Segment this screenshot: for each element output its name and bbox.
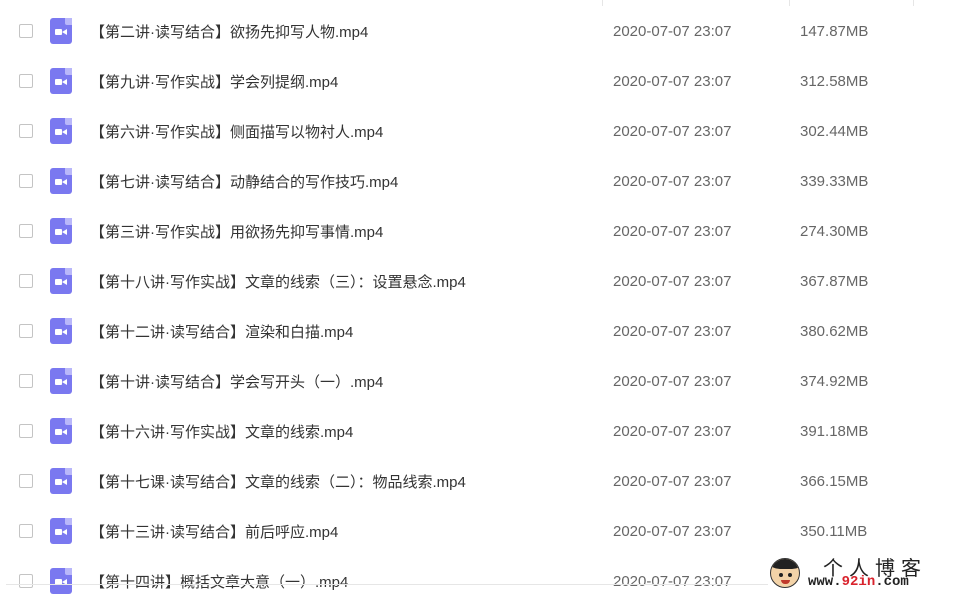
file-size: 350.11MB [800, 522, 868, 540]
row-checkbox[interactable] [19, 524, 33, 538]
file-size: 366.15MB [800, 472, 869, 490]
row-checkbox[interactable] [19, 24, 33, 38]
video-file-icon [50, 318, 72, 344]
file-modified-date: 2020-07-07 23:07 [613, 422, 732, 440]
file-row[interactable]: 【第十讲·读写结合】学会写开头（一）.mp4 2020-07-07 23:07 37… [0, 356, 970, 406]
row-checkbox[interactable] [19, 224, 33, 238]
file-size: 367.87MB [800, 272, 869, 290]
file-size: 380.62MB [800, 322, 869, 340]
file-name[interactable]: 【第七讲·读写结合】动静结合的写作技巧.mp4 [90, 171, 398, 192]
file-size: 147.87MB [800, 22, 869, 40]
file-name[interactable]: 【第十三讲·读写结合】前后呼应.mp4 [90, 521, 338, 542]
cartoon-face-icon [770, 558, 800, 588]
file-row[interactable]: 【第九讲·写作实战】学会列提纲.mp4 2020-07-07 23:07 312.5… [0, 56, 970, 106]
row-checkbox[interactable] [19, 474, 33, 488]
file-size: 339.33MB [800, 172, 869, 190]
file-name[interactable]: 【第二讲·读写结合】欲扬先抑写人物.mp4 [90, 21, 368, 42]
file-modified-date: 2020-07-07 23:07 [613, 22, 732, 40]
row-checkbox[interactable] [19, 174, 33, 188]
video-file-icon [50, 368, 72, 394]
file-list: 【第二讲·读写结合】欲扬先抑写人物.mp4 2020-07-07 23:07 147… [0, 0, 970, 596]
file-name[interactable]: 【第十四讲】概括文章大意（一）.mp4 [90, 571, 348, 592]
file-modified-date: 2020-07-07 23:07 [613, 172, 732, 190]
file-row[interactable]: 【第三讲·写作实战】用欲扬先抑写事情.mp4 2020-07-07 23:07 27… [0, 206, 970, 256]
file-size: 274.30MB [800, 222, 869, 240]
row-checkbox[interactable] [19, 424, 33, 438]
video-file-icon [50, 568, 72, 594]
file-modified-date: 2020-07-07 23:07 [613, 272, 732, 290]
watermark-logo: 个人博客 www.92in.com [768, 552, 962, 592]
video-file-icon [50, 68, 72, 94]
file-modified-date: 2020-07-07 23:07 [613, 472, 732, 490]
file-name[interactable]: 【第十二讲·读写结合】渲染和白描.mp4 [90, 321, 353, 342]
file-name[interactable]: 【第十讲·读写结合】学会写开头（一）.mp4 [90, 371, 383, 392]
file-row[interactable]: 【第十八讲·写作实战】文章的线索（三）：设置悬念.mp4 2020-07-07 2… [0, 256, 970, 306]
video-file-icon [50, 418, 72, 444]
video-file-icon [50, 268, 72, 294]
watermark-url: www.92in.com [808, 574, 909, 590]
file-row[interactable]: 【第十二讲·读写结合】渲染和白描.mp4 2020-07-07 23:07 380.… [0, 306, 970, 356]
file-row[interactable]: 【第十三讲·读写结合】前后呼应.mp4 2020-07-07 23:07 350.1… [0, 506, 970, 556]
file-name[interactable]: 【第六讲·写作实战】侧面描写以物衬人.mp4 [90, 121, 383, 142]
file-modified-date: 2020-07-07 23:07 [613, 572, 732, 590]
file-modified-date: 2020-07-07 23:07 [613, 122, 732, 140]
video-file-icon [50, 168, 72, 194]
file-name[interactable]: 【第十六讲·写作实战】文章的线索.mp4 [90, 421, 353, 442]
file-row[interactable]: 【第七讲·读写结合】动静结合的写作技巧.mp4 2020-07-07 23:07 3… [0, 156, 970, 206]
row-checkbox[interactable] [19, 274, 33, 288]
file-modified-date: 2020-07-07 23:07 [613, 72, 732, 90]
video-file-icon [50, 218, 72, 244]
video-file-icon [50, 468, 72, 494]
row-checkbox[interactable] [19, 574, 33, 588]
video-file-icon [50, 118, 72, 144]
video-file-icon [50, 18, 72, 44]
file-size: 374.92MB [800, 372, 869, 390]
file-modified-date: 2020-07-07 23:07 [613, 222, 732, 240]
file-name[interactable]: 【第十八讲·写作实战】文章的线索（三）：设置悬念.mp4 [90, 271, 466, 292]
row-checkbox[interactable] [19, 374, 33, 388]
file-row[interactable]: 【第六讲·写作实战】侧面描写以物衬人.mp4 2020-07-07 23:07 30… [0, 106, 970, 156]
video-file-icon [50, 518, 72, 544]
file-modified-date: 2020-07-07 23:07 [613, 522, 732, 540]
file-size: 391.18MB [800, 422, 869, 440]
file-size: 312.58MB [800, 72, 869, 90]
file-name[interactable]: 【第九讲·写作实战】学会列提纲.mp4 [90, 71, 338, 92]
file-modified-date: 2020-07-07 23:07 [613, 372, 732, 390]
file-row[interactable]: 【第二讲·读写结合】欲扬先抑写人物.mp4 2020-07-07 23:07 147… [0, 6, 970, 56]
row-checkbox[interactable] [19, 74, 33, 88]
file-row[interactable]: 【第十六讲·写作实战】文章的线索.mp4 2020-07-07 23:07 391.… [0, 406, 970, 456]
file-row[interactable]: 【第十七课·读写结合】文章的线索（二）：物品线索.mp4 2020-07-07 2… [0, 456, 970, 506]
row-checkbox[interactable] [19, 124, 33, 138]
file-name[interactable]: 【第三讲·写作实战】用欲扬先抑写事情.mp4 [90, 221, 383, 242]
row-checkbox[interactable] [19, 324, 33, 338]
file-size: 302.44MB [800, 122, 869, 140]
file-name[interactable]: 【第十七课·读写结合】文章的线索（二）：物品线索.mp4 [90, 471, 466, 492]
file-modified-date: 2020-07-07 23:07 [613, 322, 732, 340]
